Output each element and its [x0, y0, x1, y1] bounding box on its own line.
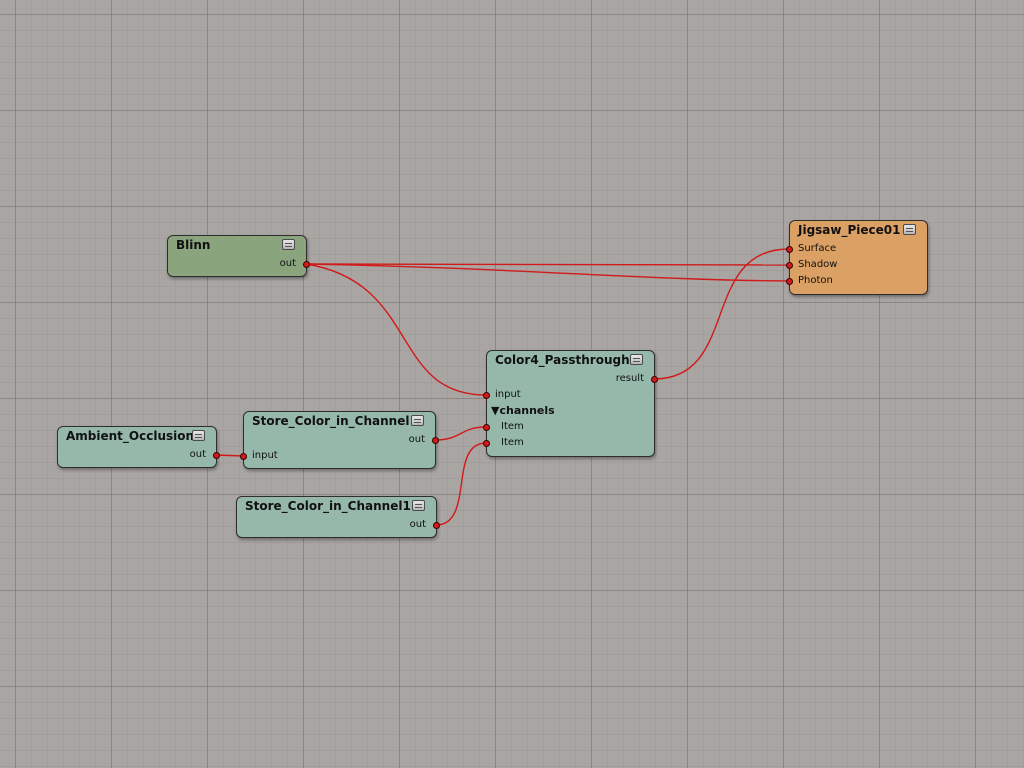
- output-port-out[interactable]: [433, 522, 440, 529]
- port-label-input: input: [252, 450, 278, 461]
- port-label-photon: Photon: [798, 275, 833, 286]
- port-label-out: out: [189, 449, 206, 460]
- node-title: Jigsaw_Piece01: [798, 223, 901, 237]
- collapse-icon[interactable]: [630, 354, 643, 365]
- port-label-out: out: [408, 434, 425, 445]
- store-color-in-channel-node[interactable]: Store_Color_in_Channel out input: [240, 411, 439, 469]
- collapse-icon[interactable]: [192, 430, 205, 441]
- port-label-out: out: [409, 519, 426, 530]
- ambient-occlusion-node[interactable]: Ambient_Occlusion out: [57, 426, 220, 468]
- input-port-input[interactable]: [483, 392, 490, 399]
- input-port-photon[interactable]: [786, 278, 793, 285]
- input-port-surface[interactable]: [786, 246, 793, 253]
- collapse-icon[interactable]: [903, 224, 916, 235]
- collapse-icon[interactable]: [412, 500, 425, 511]
- wire-blinn-to-passthrough-input[interactable]: [305, 263, 487, 396]
- node-title: Ambient_Occlusion: [66, 429, 195, 443]
- color4-passthrough-node[interactable]: Color4_Passthrough result input ▼channel…: [483, 350, 658, 457]
- port-label-item: Item: [501, 437, 524, 448]
- port-label-input: input: [495, 389, 521, 400]
- output-port-result[interactable]: [651, 376, 658, 383]
- port-label-out: out: [279, 258, 296, 269]
- port-label-item: Item: [501, 421, 524, 432]
- node-title: Store_Color_in_Channel: [252, 414, 410, 428]
- blinn-node[interactable]: Blinn out: [167, 235, 310, 277]
- output-port-out[interactable]: [432, 437, 439, 444]
- output-port-out[interactable]: [213, 452, 220, 459]
- channels-label: channels: [499, 404, 555, 417]
- node-title: Blinn: [176, 238, 211, 252]
- jigsaw-piece01-node[interactable]: Jigsaw_Piece01 Surface Shadow Photon: [786, 220, 928, 295]
- collapse-icon[interactable]: [282, 239, 295, 250]
- wire-store-color1-to-passthrough-item[interactable]: [435, 442, 487, 526]
- input-port-shadow[interactable]: [786, 262, 793, 269]
- wire-passthrough-result-to-jigsaw-surface[interactable]: [653, 248, 790, 380]
- wire-blinn-to-jigsaw-shadow[interactable]: [305, 263, 790, 266]
- node-title: Store_Color_in_Channel1: [245, 499, 411, 513]
- port-label-surface: Surface: [798, 243, 837, 254]
- collapse-icon[interactable]: [411, 415, 424, 426]
- store-color-in-channel1-node[interactable]: Store_Color_in_Channel1 out: [236, 496, 440, 538]
- port-label-result: result: [615, 373, 644, 384]
- port-label-shadow: Shadow: [798, 259, 838, 270]
- input-port-item[interactable]: [483, 440, 490, 447]
- wire-blinn-to-jigsaw-photon[interactable]: [305, 263, 790, 282]
- output-port-out[interactable]: [303, 261, 310, 268]
- channels-section-toggle[interactable]: ▼channels: [491, 404, 555, 417]
- wire-ambient-occlusion-to-store-color-input[interactable]: [215, 454, 244, 457]
- input-port-item[interactable]: [483, 424, 490, 431]
- input-port-input[interactable]: [240, 453, 247, 460]
- wire-store-color-to-passthrough-item[interactable]: [434, 426, 487, 441]
- node-title: Color4_Passthrough: [495, 353, 630, 367]
- node-graph-canvas[interactable]: Blinn out Jigsaw_Piece01 Surface Shadow …: [0, 0, 1024, 768]
